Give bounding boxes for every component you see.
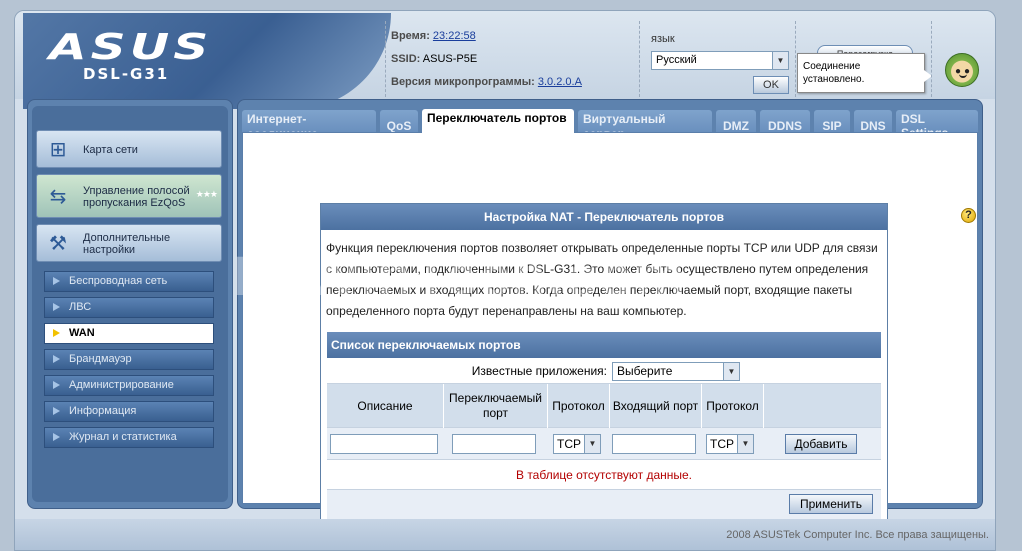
- sidebar-item-administration[interactable]: Администрирование: [44, 375, 214, 396]
- arrow-right-icon: [53, 329, 60, 337]
- language-select[interactable]: Русский ▼: [651, 51, 789, 70]
- ssid-row: SSID: ASUS-P5E: [391, 48, 637, 71]
- trigger-port-input[interactable]: [452, 434, 536, 454]
- time-row: Время: 23:22:58: [391, 25, 637, 48]
- sidebar-item-wireless[interactable]: Беспроводная сеть: [44, 271, 214, 292]
- section-title: Настройка NAT - Переключатель портов: [321, 204, 887, 230]
- sidebar-item-label: Карта сети: [83, 144, 138, 156]
- model-name: DSL-G31: [83, 65, 170, 83]
- sidebar-item-label: Информация: [69, 405, 137, 417]
- sidebar-item-lan[interactable]: ЛВС: [44, 297, 214, 318]
- connection-status-icon[interactable]: ●●: [945, 53, 979, 87]
- chevron-down-icon: ▼: [584, 435, 600, 453]
- firmware-link[interactable]: 3.0.2.0.A: [538, 76, 582, 88]
- sidebar-item-label: Брандмауэр: [69, 353, 132, 365]
- header-divider: [639, 21, 640, 97]
- empty-table-row: В таблице отсутствуют данные.: [327, 460, 881, 490]
- footer: 2008 ASUSTek Computer Inc. Все права защ…: [15, 519, 995, 550]
- chevron-down-icon: ▼: [723, 363, 739, 380]
- router-frame: ASUS DSL-G31 Время: 23:22:58 SSID: ASUS-…: [14, 10, 996, 551]
- apply-button[interactable]: Применить: [789, 494, 873, 514]
- tab-port-trigger[interactable]: Переключатель портов: [422, 109, 574, 144]
- sidebar-item-label: Дополнительные настройки: [83, 232, 171, 256]
- main-panel: Интернет-соединение QoS Переключатель по…: [237, 99, 983, 525]
- header: ASUS DSL-G31 Время: 23:22:58 SSID: ASUS-…: [15, 11, 995, 109]
- sidebar-item-label: Журнал и статистика: [69, 431, 177, 443]
- stars-icon: ★★★: [195, 189, 218, 199]
- arrow-right-icon: [53, 303, 60, 311]
- time-label: Время:: [391, 30, 430, 42]
- known-apps-select[interactable]: Выберите ▼: [612, 362, 740, 381]
- header-divider: [931, 21, 932, 97]
- arrow-right-icon: [53, 355, 60, 363]
- sidebar-item-label: Беспроводная сеть: [69, 275, 168, 287]
- arrow-right-icon: [53, 433, 60, 441]
- empty-table-message: В таблице отсутствуют данные.: [515, 468, 693, 482]
- sidebar-item-ezqos[interactable]: ⇆ Управление полосой пропускания EzQoS ★…: [36, 174, 222, 218]
- known-apps-label: Известные приложения:: [471, 364, 607, 378]
- system-info: Время: 23:22:58 SSID: ASUS-P5E Версия ми…: [391, 25, 637, 94]
- section-description: Функция переключения портов позволяет от…: [326, 241, 878, 318]
- asus-logo: ASUS: [49, 27, 213, 68]
- copyright-text: 2008 ASUSTek Computer Inc. Все права защ…: [726, 529, 989, 541]
- ezqos-icon: ⇆: [49, 186, 67, 208]
- column-header-empty: [763, 384, 881, 428]
- sidebar-item-label: Администрирование: [69, 379, 174, 391]
- language-label: язык: [651, 33, 675, 45]
- table-header-row: Описание Переключаемый порт Протокол Вхо…: [327, 384, 881, 428]
- arrow-right-icon: [53, 381, 60, 389]
- header-divider: [795, 21, 796, 97]
- time-link[interactable]: 23:22:58: [433, 30, 476, 42]
- tools-icon: ⚒: [49, 233, 67, 255]
- list-title: Список переключаемых портов: [327, 332, 881, 358]
- ssid-value: ASUS-P5E: [422, 53, 478, 65]
- sidebar-item-wan[interactable]: WAN: [44, 323, 214, 344]
- incoming-port-input[interactable]: [612, 434, 696, 454]
- arrow-right-icon: [53, 407, 60, 415]
- sidebar-item-label: ЛВС: [69, 301, 92, 313]
- column-header: Переключаемый порт: [443, 384, 547, 428]
- column-header: Описание: [357, 398, 413, 413]
- help-icon[interactable]: ?: [961, 208, 976, 223]
- add-button[interactable]: Добавить: [785, 434, 857, 454]
- sidebar-menu: ⊞ Карта сети ⇆ Управление полосой пропус…: [32, 106, 228, 502]
- protocol-value: TCP: [557, 437, 581, 451]
- sidebar-item-label: WAN: [69, 327, 95, 339]
- sidebar-item-log-stats[interactable]: Журнал и статистика: [44, 427, 214, 448]
- column-header: Протокол: [547, 384, 609, 428]
- firmware-label: Версия микропрограммы:: [391, 76, 535, 88]
- description-input[interactable]: [330, 434, 438, 454]
- sidebar: ⊞ Карта сети ⇆ Управление полосой пропус…: [27, 99, 233, 509]
- logo-block: ASUS DSL-G31: [23, 13, 391, 109]
- firmware-row: Версия микропрограммы: 3.0.2.0.A: [391, 71, 637, 94]
- chevron-down-icon: ▼: [737, 435, 753, 453]
- network-map-icon: ⊞: [49, 139, 67, 161]
- sidebar-item-firewall[interactable]: Брандмауэр: [44, 349, 214, 370]
- nat-port-trigger-box: Настройка NAT - Переключатель портов Фун…: [320, 203, 888, 525]
- connection-status-tooltip: Соединение установлено.: [797, 53, 932, 93]
- ssid-label: SSID:: [391, 53, 421, 65]
- chevron-down-icon: ▼: [772, 52, 788, 69]
- known-apps-value: Выберите: [617, 364, 673, 378]
- trigger-port-list: Список переключаемых портов Известные пр…: [327, 332, 881, 520]
- column-header: Входящий порт: [609, 384, 701, 428]
- language-value: Русский: [656, 54, 697, 66]
- ok-button[interactable]: OK: [753, 76, 789, 94]
- header-divider: [385, 21, 386, 97]
- incoming-protocol-select[interactable]: TCP ▼: [706, 434, 754, 454]
- trigger-protocol-select[interactable]: TCP ▼: [553, 434, 601, 454]
- content-area: ? Настройка NAT - Переключатель портов Ф…: [242, 132, 978, 525]
- column-header: Протокол: [701, 384, 763, 428]
- input-row: TCP ▼ TCP ▼ Добавить: [327, 428, 881, 460]
- known-apps-row: Известные приложения: Выберите ▼: [327, 358, 881, 384]
- sidebar-item-information[interactable]: Информация: [44, 401, 214, 422]
- protocol-value: TCP: [710, 437, 734, 451]
- sidebar-item-network-map[interactable]: ⊞ Карта сети: [36, 130, 222, 168]
- apply-row: Применить: [327, 490, 881, 520]
- face-mouth-icon: [959, 74, 967, 78]
- sidebar-item-advanced[interactable]: ⚒ Дополнительные настройки: [36, 224, 222, 262]
- arrow-right-icon: [53, 277, 60, 285]
